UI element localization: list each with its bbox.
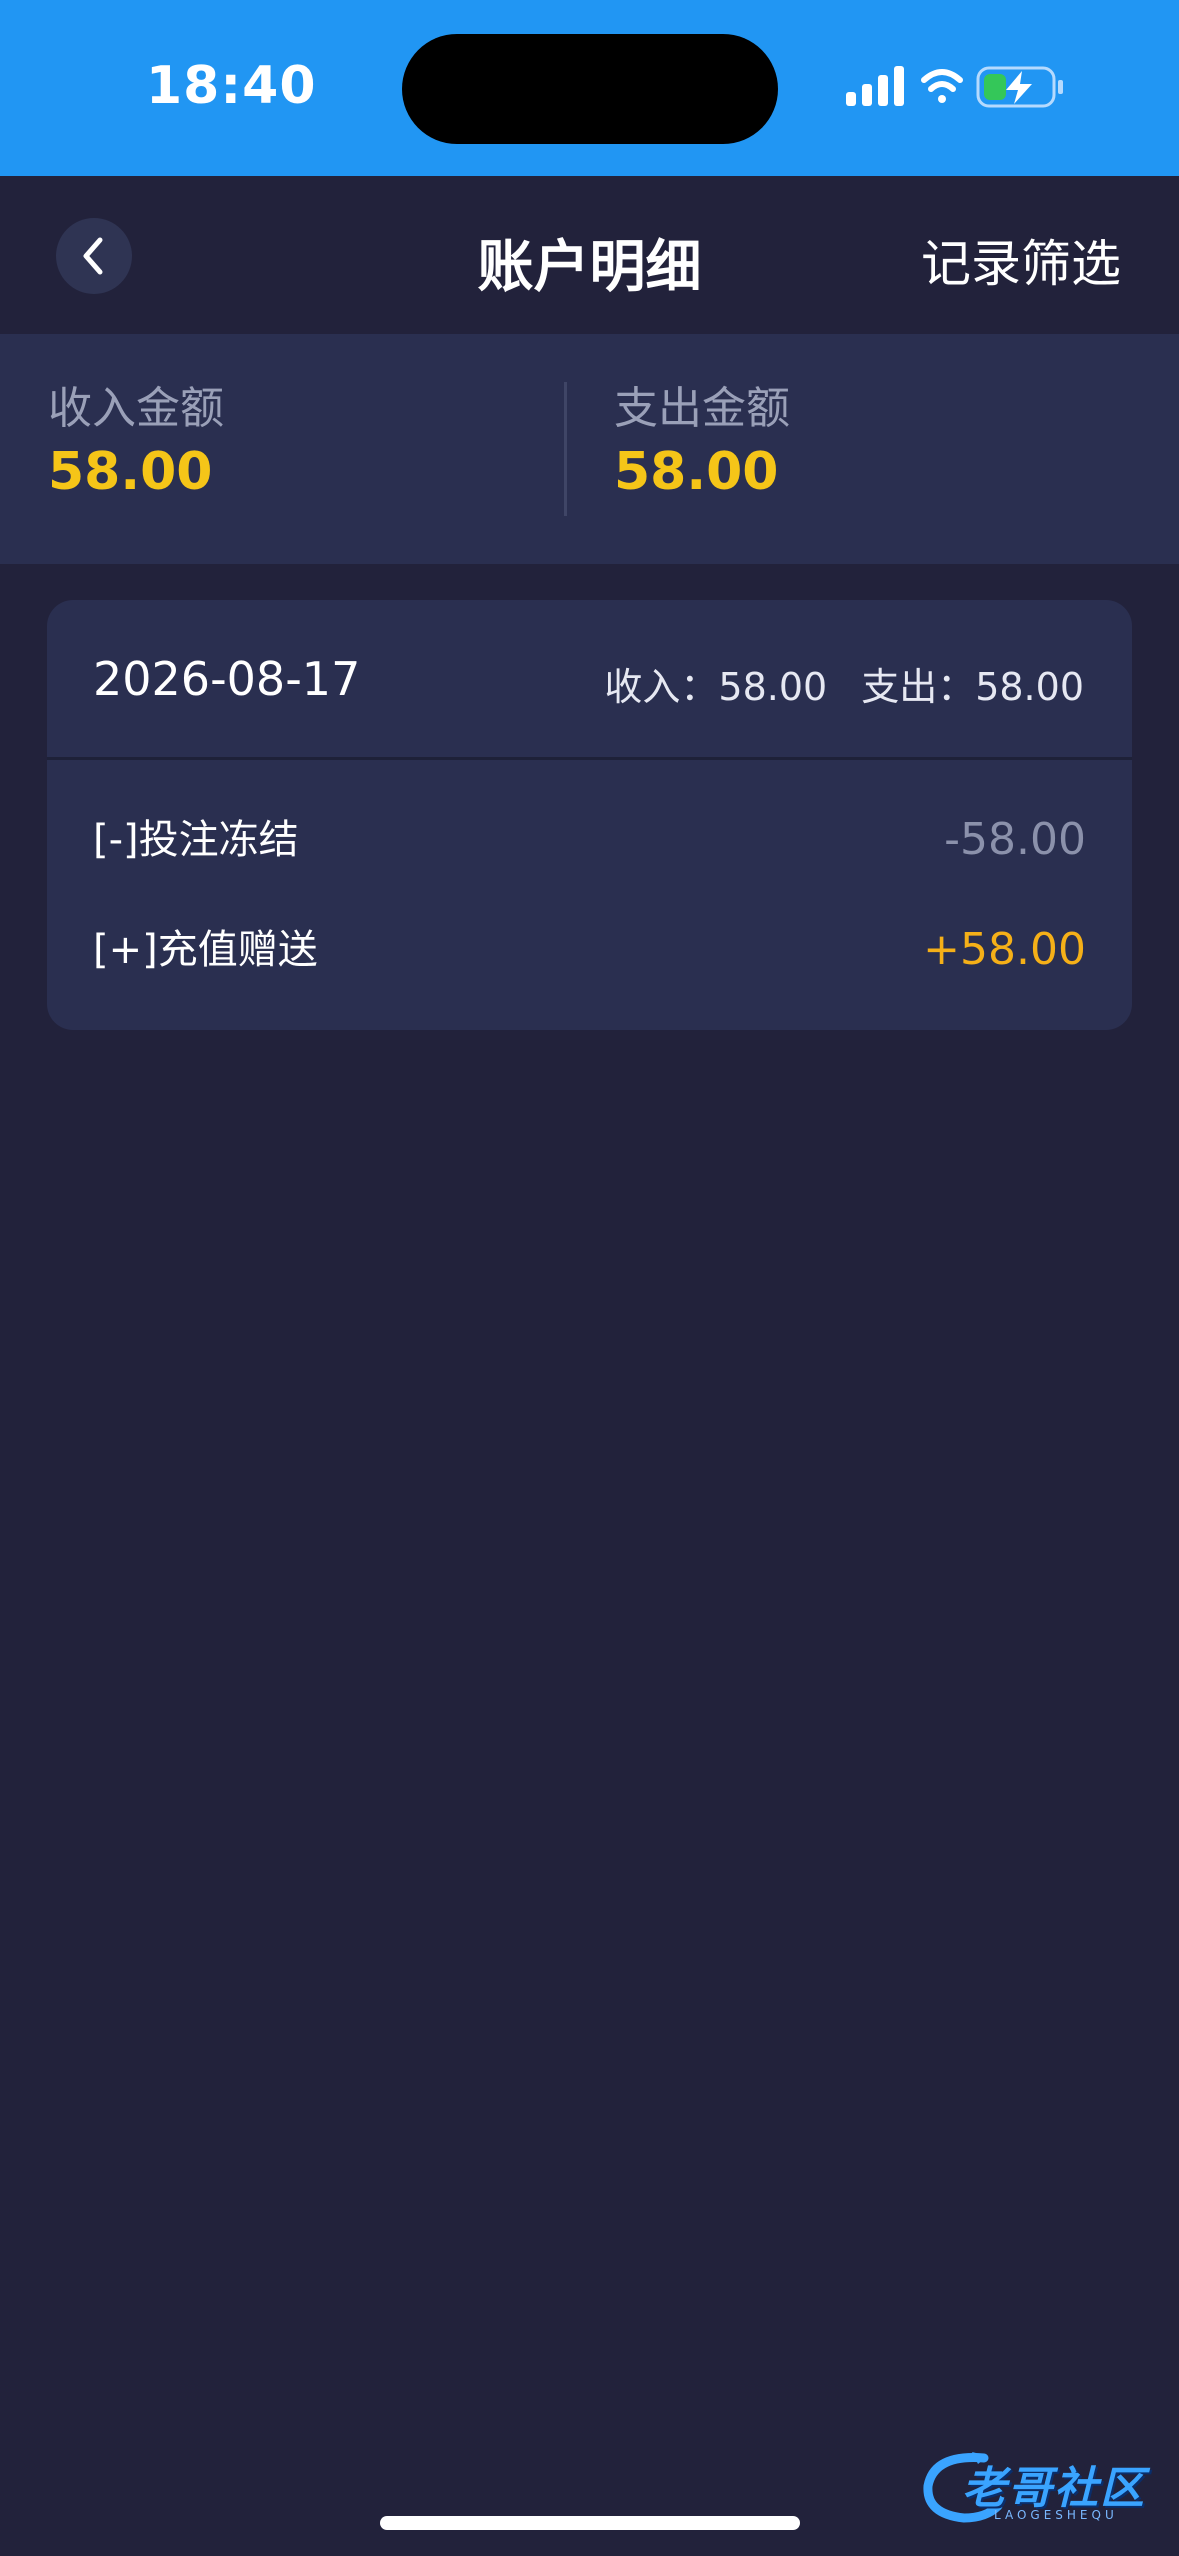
day-expense-label: 支出： — [861, 665, 976, 709]
status-icons — [842, 62, 1082, 112]
expense-amount-label: 支出金额 — [614, 383, 790, 434]
day-income-label: 收入： — [604, 665, 719, 709]
record-date: 2026-08-17 — [93, 652, 361, 706]
card-header: 2026-08-17 收入：58.00 支出：58.00 — [47, 600, 1132, 760]
entry-amount: +58.00 — [923, 924, 1086, 975]
account-detail-screen: 18:40 账户明细 记录筛选 收入金额 58.00 支出金额 58.00 20… — [0, 0, 1179, 2556]
entry-label: [-]投注冻结 — [93, 817, 299, 863]
watermark-text: 老哥社区 — [962, 2463, 1146, 2514]
income-summary: 收入金额 58.00 — [48, 382, 224, 504]
day-totals: 收入：58.00 支出：58.00 — [604, 656, 1084, 711]
entry-label: [+]充值赠送 — [93, 927, 318, 973]
day-record-card: 2026-08-17 收入：58.00 支出：58.00 [-]投注冻结 -58.… — [47, 600, 1132, 1030]
wifi-icon — [921, 69, 963, 103]
status-time: 18:40 — [146, 56, 317, 116]
list-item[interactable]: [-]投注冻结 -58.00 — [93, 810, 1086, 870]
income-amount-label: 收入金额 — [48, 383, 224, 434]
entry-amount: -58.00 — [944, 814, 1086, 865]
day-expense-value: 58.00 — [975, 665, 1084, 709]
day-income-value: 58.00 — [718, 665, 828, 709]
income-amount-value: 58.00 — [48, 442, 213, 502]
home-indicator[interactable] — [380, 2516, 800, 2530]
expense-summary: 支出金额 58.00 — [614, 382, 790, 504]
battery-charging-icon — [976, 66, 1063, 108]
watermark-subtext: LAOGESHEQU — [994, 2508, 1118, 2522]
dynamic-island — [402, 34, 778, 144]
cellular-signal-icon — [846, 66, 904, 106]
amount-summary: 收入金额 58.00 支出金额 58.00 — [0, 334, 1179, 564]
watermark-logo: 老哥社区 LAOGESHEQU — [914, 2446, 1164, 2528]
summary-divider — [564, 382, 567, 516]
expense-amount-value: 58.00 — [614, 442, 779, 502]
record-filter-button[interactable]: 记录筛选 — [921, 224, 1121, 296]
list-item[interactable]: [+]充值赠送 +58.00 — [93, 920, 1086, 980]
status-bar: 18:40 — [0, 0, 1179, 176]
nav-bar: 账户明细 记录筛选 — [0, 176, 1179, 334]
